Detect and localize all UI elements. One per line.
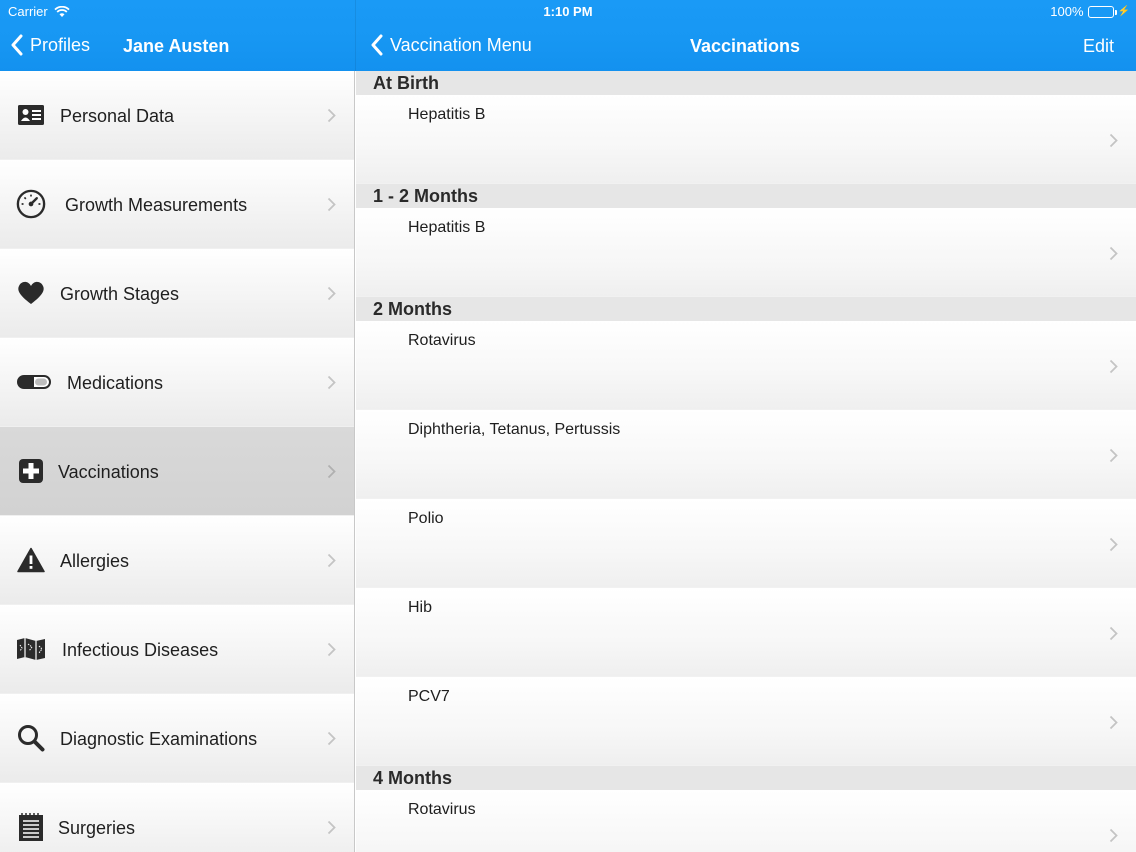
medical-cross-icon: [16, 456, 46, 486]
list-item[interactable]: Hepatitis B: [356, 208, 1136, 297]
sidebar-item-label: Allergies: [60, 551, 130, 571]
sidebar-item-diagnostic-examinations[interactable]: Diagnostic Examinations: [0, 694, 354, 783]
heart-icon: [16, 278, 46, 308]
vaccine-name: Diphtheria, Tetanus, Pertussis: [408, 421, 621, 438]
warning-icon: [16, 545, 46, 575]
vaccine-name: Hib: [408, 599, 433, 616]
chevron-right-icon: [327, 286, 336, 301]
back-label: Vaccination Menu: [390, 34, 532, 55]
profiles-back-button[interactable]: Profiles: [10, 34, 90, 56]
sidebar-item-vaccinations[interactable]: Vaccinations: [0, 427, 354, 516]
sidebar-item-label: Surgeries: [58, 818, 136, 838]
list-item[interactable]: PCV7: [356, 677, 1136, 766]
section-header: 4 Months: [356, 766, 1136, 790]
chevron-right-icon: [327, 197, 336, 212]
sidebar-item-label: Personal Data: [60, 106, 175, 126]
sidebar-item-label: Infectious Diseases: [62, 640, 219, 660]
map-icon: [16, 634, 46, 664]
clock: 1:10 PM: [543, 4, 593, 19]
chevron-right-icon: [327, 731, 336, 746]
sidebar-item-label: Growth Measurements: [65, 195, 248, 215]
chevron-right-icon: [327, 464, 336, 479]
chevron-right-icon: [1109, 715, 1118, 730]
pill-icon: [16, 367, 52, 397]
sidebar-item-label: Growth Stages: [60, 284, 180, 304]
vaccine-name: PCV7: [408, 688, 450, 705]
chevron-right-icon: [1109, 359, 1118, 374]
list-item[interactable]: Polio: [356, 499, 1136, 588]
back-label: Profiles: [30, 34, 91, 55]
list-item[interactable]: Rotavirus: [356, 321, 1136, 410]
sidebar-item-allergies[interactable]: Allergies: [0, 516, 354, 605]
chevron-right-icon: [327, 108, 336, 123]
sidebar-item-label: Diagnostic Examinations: [60, 729, 258, 749]
sidebar-item-label: Medications: [67, 373, 164, 393]
profile-title: Jane Austen: [123, 36, 230, 56]
sidebar-item-personal-data[interactable]: Personal Data: [0, 71, 354, 160]
status-bar: Carrier 1:10 PM 100% ⚡: [0, 0, 1136, 22]
battery-icon: [1087, 5, 1117, 18]
master-nav-bar: Profiles Jane Austen: [0, 22, 355, 71]
sidebar-item-medications[interactable]: Medications: [0, 338, 354, 427]
vaccine-name: Rotavirus: [408, 332, 476, 349]
edit-button[interactable]: Edit: [1083, 36, 1114, 57]
chevron-right-icon: [1109, 626, 1118, 641]
battery-indicator: 100% ⚡: [1050, 4, 1130, 19]
vaccination-menu-back-button[interactable]: Vaccination Menu: [370, 34, 532, 56]
chevron-right-icon: [327, 820, 336, 835]
notepad-icon: [16, 812, 46, 842]
detail-nav-bar: Vaccination Menu Vaccinations Edit: [356, 22, 1136, 71]
chevron-right-icon: [1109, 537, 1118, 552]
vaccination-list: At Birth Hepatitis B 1 - 2 Months Hepati…: [356, 71, 1136, 852]
chevron-right-icon: [1109, 133, 1118, 148]
chevron-right-icon: [327, 553, 336, 568]
chevron-right-icon: [327, 375, 336, 390]
section-header: 2 Months: [356, 297, 1136, 321]
list-item[interactable]: Hib: [356, 588, 1136, 677]
page-title: Vaccinations: [690, 36, 801, 56]
sidebar-item-growth-stages[interactable]: Growth Stages: [0, 249, 354, 338]
chevron-right-icon: [1109, 246, 1118, 261]
id-card-icon: [16, 100, 46, 130]
chevron-right-icon: [1109, 828, 1118, 843]
sidebar-item-growth-measurements[interactable]: Growth Measurements: [0, 160, 354, 249]
charging-icon: ⚡: [1117, 6, 1130, 17]
list-item[interactable]: Rotavirus: [356, 790, 1136, 852]
gauge-icon: [16, 189, 46, 219]
section-header: 1 - 2 Months: [356, 184, 1136, 208]
search-icon: [16, 723, 46, 753]
chevron-right-icon: [1109, 448, 1118, 463]
vaccine-name: Rotavirus: [408, 801, 476, 818]
vaccine-name: Hepatitis B: [408, 106, 486, 123]
list-item[interactable]: Diphtheria, Tetanus, Pertussis: [356, 410, 1136, 499]
chevron-right-icon: [327, 642, 336, 657]
sidebar-item-infectious-diseases[interactable]: Infectious Diseases: [0, 605, 354, 694]
battery-percent: 100%: [1050, 4, 1084, 19]
chevron-left-icon: [11, 34, 23, 56]
sidebar-item-label: Vaccinations: [58, 462, 159, 482]
chevron-left-icon: [371, 34, 383, 56]
sidebar-item-surgeries[interactable]: Surgeries: [0, 783, 354, 852]
sidebar-menu: Personal Data Growth Measurements Growth…: [0, 71, 355, 852]
section-header: At Birth: [356, 71, 1136, 95]
vaccine-name: Polio: [408, 510, 444, 527]
app-header: Carrier 1:10 PM 100% ⚡ Profiles Jane Aus…: [0, 0, 1136, 71]
list-item[interactable]: Hepatitis B: [356, 95, 1136, 184]
vaccine-name: Hepatitis B: [408, 219, 486, 236]
